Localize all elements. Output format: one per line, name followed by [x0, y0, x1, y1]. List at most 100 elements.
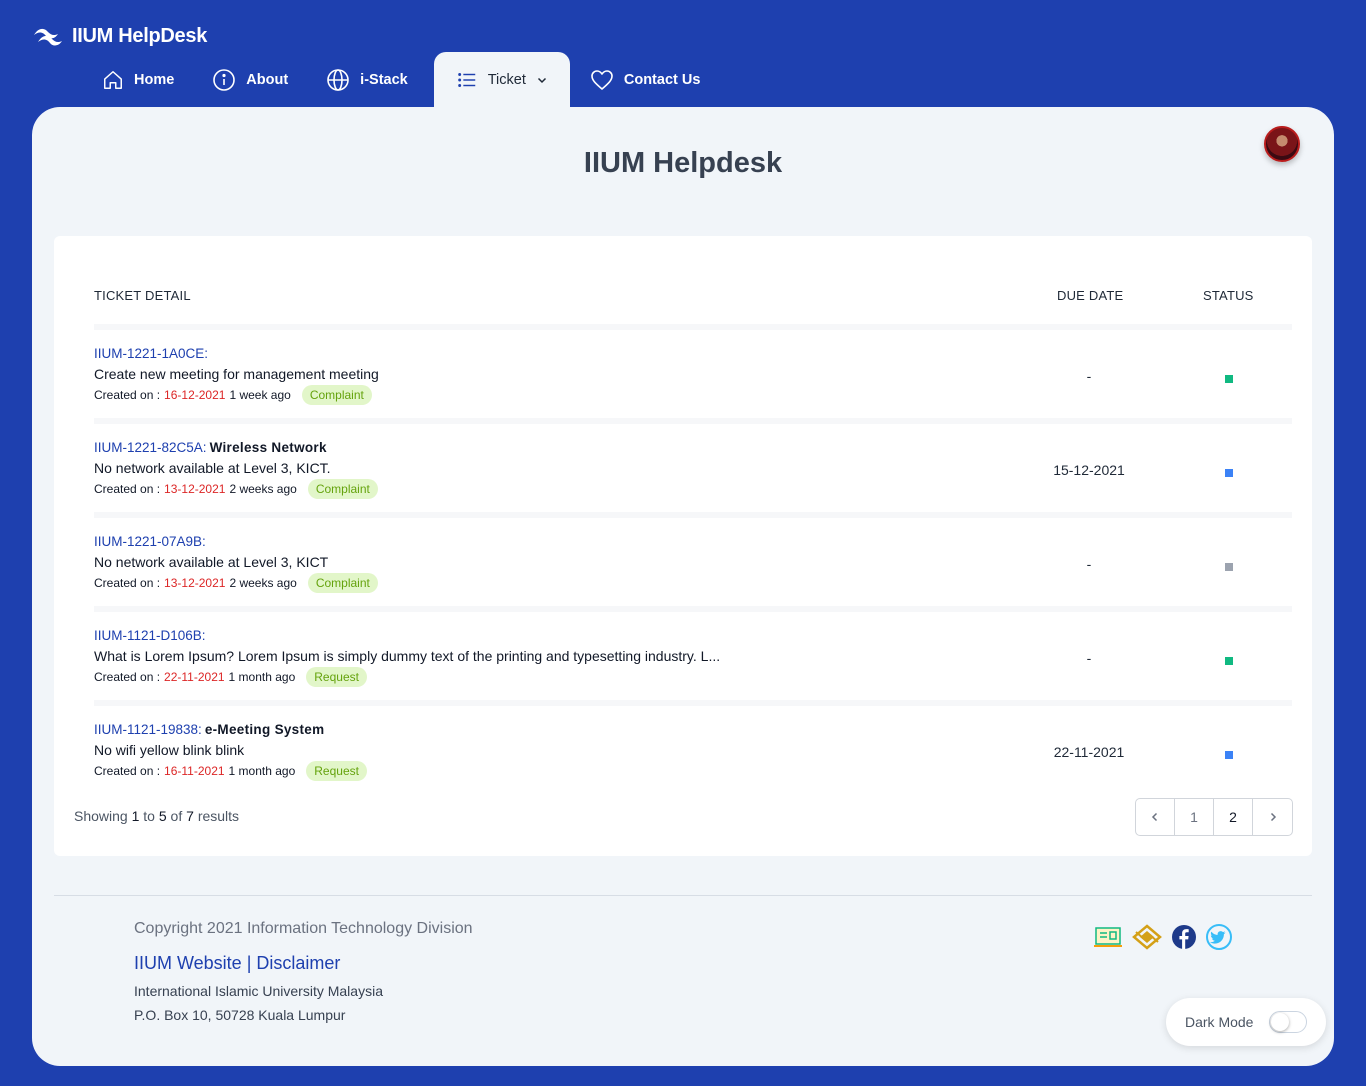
ticket-id-link[interactable]: IIUM-1221-1A0CE:: [94, 346, 208, 361]
nav-contact-label: Contact Us: [623, 71, 701, 88]
table-header: TICKET DETAIL DUE DATE STATUS: [94, 288, 1292, 306]
created-date: 16-11-2021: [164, 764, 225, 778]
ticket-meta: Created on : 16-12-2021 1 week ago Compl…: [94, 384, 1292, 406]
ticket-meta: Created on : 16-11-2021 1 month ago Requ…: [94, 760, 1292, 782]
created-ago: 2 weeks ago: [229, 576, 297, 590]
created-ago: 1 month ago: [228, 670, 296, 684]
table-row[interactable]: IIUM-1221-07A9B: No network available at…: [94, 512, 1292, 596]
nav-ticket[interactable]: Ticket: [433, 52, 570, 107]
due-date: -: [1086, 368, 1092, 384]
table-row[interactable]: IIUM-1121-19838: e-Meeting System No wifi…: [94, 700, 1292, 784]
ticket-heading: IIUM-1121-19838: e-Meeting System: [94, 720, 1292, 740]
created-ago: 2 weeks ago: [229, 482, 297, 496]
table-row[interactable]: IIUM-1221-1A0CE: Create new meeting for …: [94, 324, 1292, 408]
status-indicator: [1225, 657, 1233, 665]
info-icon: [213, 68, 236, 91]
ticket-meta: Created on : 13-12-2021 2 weeks ago Comp…: [94, 572, 1292, 594]
portal-icon[interactable]: [1094, 925, 1122, 949]
results-summary: Showing 1 to 5 of 7 results: [74, 808, 240, 824]
created-label: Created on :: [94, 670, 161, 684]
footer-divider: [54, 895, 1312, 896]
created-label: Created on :: [94, 576, 161, 590]
next-page-button[interactable]: [1253, 799, 1292, 835]
ticket-type-badge: Request: [306, 667, 367, 687]
footer-links: IIUM Website | Disclaimer: [134, 953, 340, 974]
dark-mode-switch[interactable]: Dark Mode: [1166, 998, 1326, 1046]
social-links: [1094, 924, 1232, 950]
tailwind-wave-icon: [34, 28, 62, 46]
ticket-heading: IIUM-1221-1A0CE:: [94, 344, 1292, 364]
header-due-date: DUE DATE: [1057, 288, 1124, 303]
created-date: 13-12-2021: [164, 482, 226, 496]
pagination: 1 2: [1135, 798, 1293, 836]
ticket-type-badge: Complaint: [301, 385, 372, 405]
link-separator: |: [246, 953, 252, 973]
ticket-id-link[interactable]: IIUM-1221-82C5A:: [94, 440, 207, 455]
created-label: Created on :: [94, 482, 161, 496]
due-date: 22-11-2021: [1053, 744, 1125, 760]
brand-logo[interactable]: IIUM HelpDesk: [32, 24, 207, 48]
iium-emblem-icon[interactable]: [1132, 924, 1162, 950]
address-line-1: International Islamic University Malaysi…: [134, 983, 383, 999]
created-ago: 1 month ago: [228, 764, 296, 778]
main-panel: IIUM Helpdesk TICKET DETAIL DUE DATE STA…: [32, 107, 1334, 1066]
due-date: 15-12-2021: [1053, 462, 1125, 478]
dark-mode-label: Dark Mode: [1185, 1014, 1254, 1030]
ticket-type-badge: Complaint: [307, 479, 378, 499]
globe-icon: [327, 68, 349, 91]
ticket-heading: IIUM-1121-D106B:: [94, 626, 1292, 646]
facebook-icon[interactable]: [1172, 925, 1196, 949]
table-row[interactable]: IIUM-1221-82C5A: Wireless Network No netw…: [94, 418, 1292, 502]
chevron-right-icon: [1270, 812, 1276, 822]
nav-about[interactable]: About: [196, 52, 310, 107]
nav-istack-label: i-Stack: [360, 71, 408, 88]
disclaimer-link[interactable]: Disclaimer: [256, 953, 340, 973]
twitter-icon[interactable]: [1206, 924, 1232, 950]
copyright-text: Copyright 2021 Information Technology Di…: [134, 920, 473, 937]
address-line-2: P.O. Box 10, 50728 Kuala Lumpur: [134, 1007, 346, 1023]
ticket-meta: Created on : 13-12-2021 2 weeks ago Comp…: [94, 478, 1292, 500]
created-date: 16-12-2021: [164, 388, 226, 402]
created-ago: 1 week ago: [229, 388, 291, 402]
nav-istack[interactable]: i-Stack: [310, 52, 430, 107]
nav-home-label: Home: [134, 71, 175, 88]
page-1-button[interactable]: 1: [1175, 799, 1214, 835]
ticket-id-link[interactable]: IIUM-1221-07A9B:: [94, 534, 206, 549]
header-ticket-detail: TICKET DETAIL: [94, 288, 191, 303]
chevron-down-icon: [537, 77, 546, 83]
table-row[interactable]: IIUM-1121-D106B: What is Lorem Ipsum? Lo…: [94, 606, 1292, 690]
prev-page-button[interactable]: [1136, 799, 1175, 835]
page-title: IIUM Helpdesk: [583, 147, 783, 179]
main-nav: Home About i-Stack Ticket Contact Us: [86, 52, 722, 107]
list-icon: [457, 72, 475, 87]
brand-name: IIUM HelpDesk: [72, 24, 208, 47]
ticket-type-badge: Request: [306, 761, 367, 781]
created-label: Created on :: [94, 388, 161, 402]
ticket-meta: Created on : 22-11-2021 1 month ago Requ…: [94, 666, 1292, 688]
due-date: -: [1086, 556, 1092, 572]
ticket-id-link[interactable]: IIUM-1121-D106B:: [94, 628, 206, 643]
created-date: 22-11-2021: [164, 670, 225, 684]
ticket-card: TICKET DETAIL DUE DATE STATUS IIUM-1221-…: [54, 236, 1312, 856]
ticket-title: e-Meeting System: [204, 722, 325, 737]
created-date: 13-12-2021: [164, 576, 226, 590]
nav-about-label: About: [246, 71, 289, 88]
page-2-button[interactable]: 2: [1214, 799, 1253, 835]
home-icon: [104, 70, 122, 89]
iium-website-link[interactable]: IIUM Website: [134, 953, 242, 973]
ticket-type-badge: Complaint: [307, 573, 378, 593]
ticket-heading: IIUM-1221-07A9B:: [94, 532, 1292, 552]
chevron-left-icon: [1151, 812, 1158, 822]
ticket-id-link[interactable]: IIUM-1121-19838:: [94, 722, 202, 737]
ticket-title: Wireless Network: [209, 440, 327, 455]
dark-mode-toggle[interactable]: [1269, 1011, 1308, 1033]
ticket-heading: IIUM-1221-82C5A: Wireless Network: [94, 438, 1292, 458]
heart-icon: [591, 69, 613, 90]
due-date: -: [1086, 650, 1092, 666]
nav-home[interactable]: Home: [86, 52, 196, 107]
status-indicator: [1225, 563, 1233, 571]
header-status: STATUS: [1203, 288, 1254, 303]
status-indicator: [1225, 469, 1233, 477]
nav-ticket-label: Ticket: [487, 71, 526, 88]
nav-contact[interactable]: Contact Us: [574, 52, 723, 107]
